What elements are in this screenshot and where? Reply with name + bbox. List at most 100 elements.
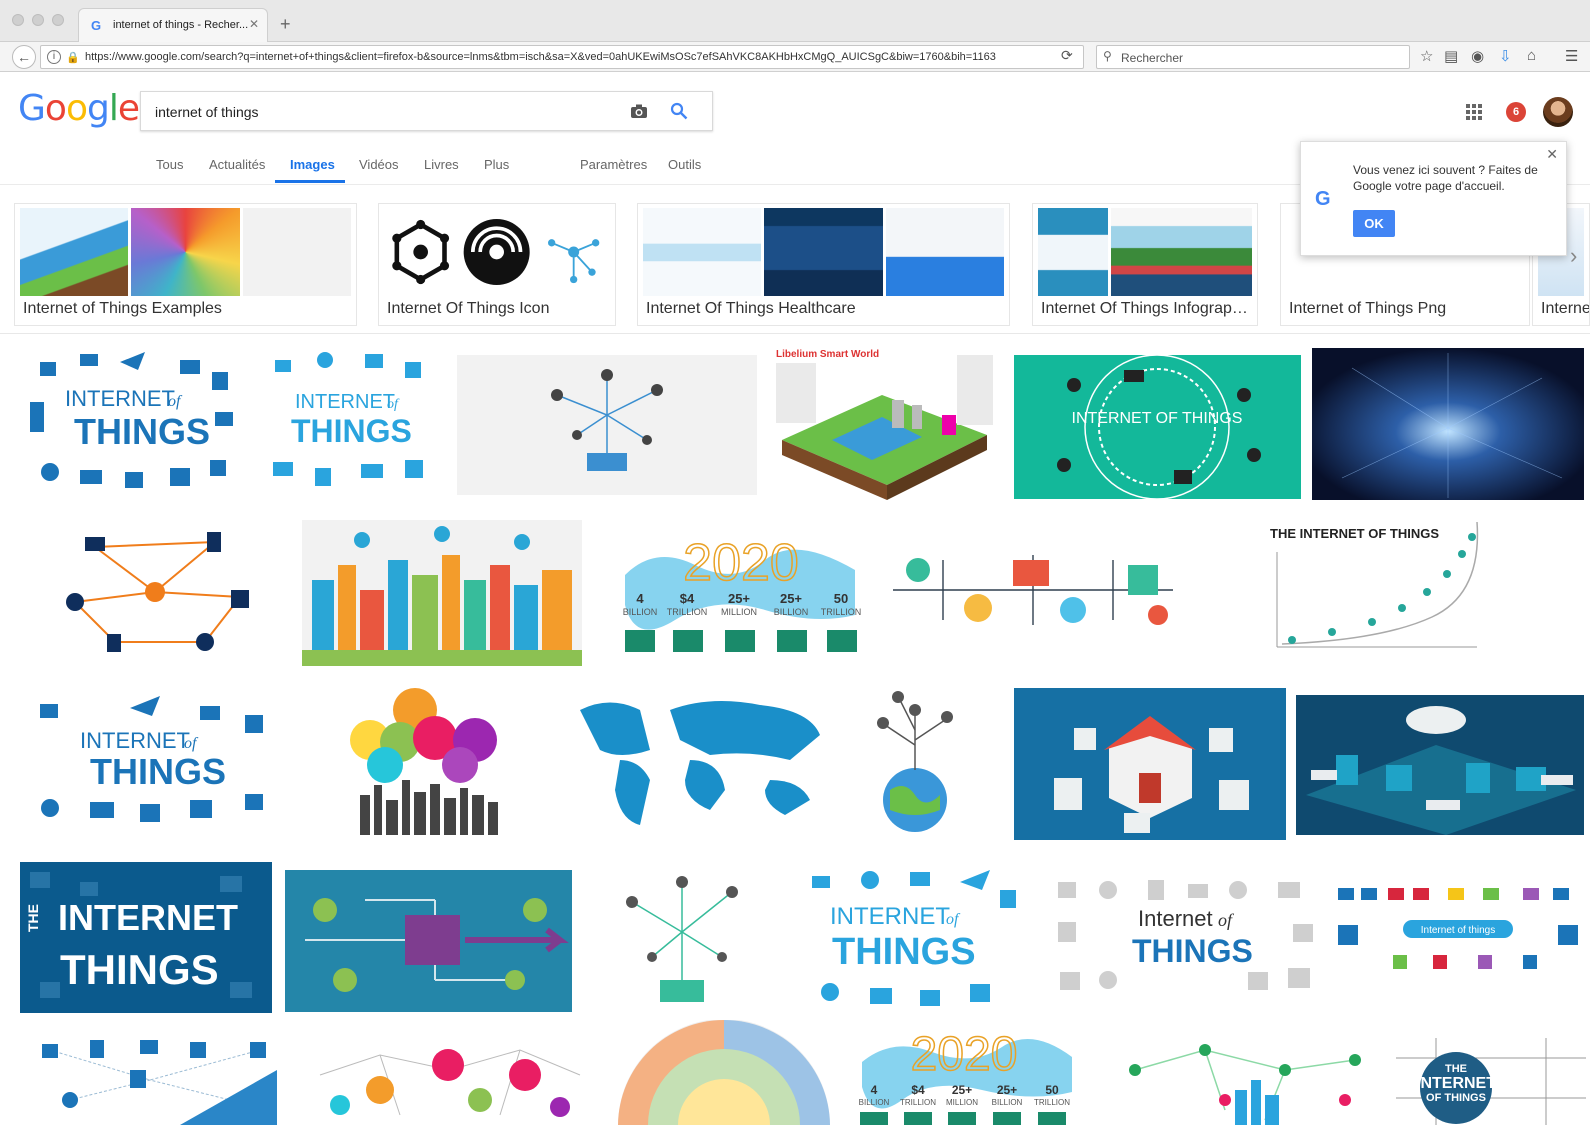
popup-message: Vous venez ici souvent ? Faites de Googl… bbox=[1353, 163, 1538, 193]
stat-unit: MILLION bbox=[946, 1098, 978, 1107]
related-chip-label: Interne bbox=[1541, 300, 1590, 317]
image-result[interactable] bbox=[285, 870, 572, 1012]
homepage-popup: ✕ G Vous venez ici souvent ? Faites de G… bbox=[1300, 141, 1567, 256]
iot-small-text: Internet of things bbox=[1421, 925, 1496, 936]
image-result[interactable]: INTERNET OF THINGS bbox=[1014, 355, 1301, 499]
stat-value: 50 bbox=[834, 591, 848, 606]
image-result[interactable] bbox=[1115, 1040, 1373, 1125]
image-result[interactable] bbox=[55, 522, 260, 662]
window-minimize-button[interactable] bbox=[32, 14, 44, 26]
image-result[interactable] bbox=[845, 685, 985, 835]
browser-search-placeholder[interactable]: Rechercher bbox=[1121, 51, 1183, 65]
image-result[interactable] bbox=[560, 690, 830, 835]
info-icon[interactable]: i bbox=[47, 50, 61, 64]
image-result[interactable] bbox=[457, 355, 757, 495]
download-icon[interactable]: ⇩ bbox=[1499, 47, 1512, 65]
iot-wordmark-things: THINGS bbox=[74, 411, 210, 452]
image-result[interactable] bbox=[302, 520, 582, 666]
image-result[interactable]: THE INTERNET THINGS bbox=[20, 862, 272, 1013]
window-close-button[interactable] bbox=[12, 14, 24, 26]
image-result[interactable] bbox=[582, 862, 780, 1012]
related-chip-infographic[interactable]: Internet Of Things Infograp… bbox=[1032, 203, 1258, 326]
image-result[interactable] bbox=[883, 540, 1181, 640]
image-result[interactable]: Internet of THINGS bbox=[1048, 872, 1323, 1000]
reload-icon[interactable]: ⟳ bbox=[1061, 47, 1073, 64]
window-maximize-button[interactable] bbox=[52, 14, 64, 26]
new-tab-button[interactable]: + bbox=[280, 14, 291, 35]
related-chip-examples[interactable]: Internet of Things Examples bbox=[14, 203, 357, 326]
pocket-icon[interactable]: ◉ bbox=[1471, 47, 1484, 65]
stat-unit: TRILLION bbox=[900, 1098, 936, 1107]
tab-title: internet of things - Recher... bbox=[113, 19, 249, 31]
browser-tab[interactable]: G internet of things - Recher... ✕ bbox=[78, 8, 268, 42]
image-result[interactable] bbox=[1014, 688, 1286, 840]
stat-value: 4 bbox=[871, 1083, 878, 1097]
image-result[interactable] bbox=[1312, 348, 1584, 500]
image-result[interactable]: Libelium Smart World bbox=[772, 345, 997, 502]
apps-grid-icon[interactable] bbox=[1466, 104, 1482, 120]
stat-value: 25+ bbox=[728, 591, 750, 606]
menu-icon[interactable]: ☰ bbox=[1565, 47, 1578, 65]
image-result[interactable] bbox=[30, 1030, 277, 1125]
tab-books[interactable]: Livres bbox=[424, 157, 459, 172]
image-result[interactable] bbox=[1296, 695, 1584, 835]
image-result[interactable] bbox=[300, 1035, 595, 1125]
home-icon[interactable]: ⌂ bbox=[1527, 47, 1536, 64]
search-icon: ⚲ bbox=[1103, 49, 1112, 63]
iot-badge-things: OF THINGS bbox=[1426, 1092, 1486, 1104]
tab-images[interactable]: Images bbox=[290, 157, 335, 172]
bookmark-star-icon[interactable]: ☆ bbox=[1420, 47, 1433, 65]
stat-unit: BILLION bbox=[859, 1098, 890, 1107]
address-bar[interactable]: i 🔒 https://www.google.com/search?q=inte… bbox=[40, 45, 1084, 69]
iot-wordmark-text: INTERNET bbox=[830, 903, 950, 930]
image-result[interactable]: INTERNET of THINGS bbox=[20, 342, 245, 502]
notification-badge[interactable]: 6 bbox=[1506, 102, 1526, 122]
search-icon[interactable] bbox=[670, 102, 688, 120]
tab-more[interactable]: Plus bbox=[484, 157, 509, 172]
tab-news[interactable]: Actualités bbox=[209, 157, 265, 172]
google-search-box[interactable]: internet of things bbox=[140, 91, 713, 131]
browser-search-bar[interactable]: ⚲ Rechercher bbox=[1096, 45, 1410, 69]
iot-wordmark-things: THINGS bbox=[90, 751, 226, 792]
stat-value: 25+ bbox=[780, 591, 802, 606]
tab-close-icon[interactable]: ✕ bbox=[249, 17, 259, 31]
iot-wordmark-text: INTERNET bbox=[295, 391, 395, 413]
image-result[interactable] bbox=[340, 680, 515, 840]
related-chip-label: Internet Of Things Healthcare bbox=[646, 300, 856, 317]
iot-teal-text: INTERNET OF THINGS bbox=[1072, 410, 1243, 427]
chevron-right-icon[interactable]: › bbox=[1570, 243, 1577, 269]
url-text[interactable]: https://www.google.com/search?q=internet… bbox=[85, 51, 996, 63]
camera-icon[interactable] bbox=[630, 103, 648, 119]
reading-list-icon[interactable]: ▤ bbox=[1444, 47, 1458, 65]
stat-value: 25+ bbox=[952, 1083, 972, 1097]
chips-divider bbox=[0, 333, 1590, 334]
stat-value: 4 bbox=[636, 591, 644, 606]
tab-videos[interactable]: Vidéos bbox=[359, 157, 399, 172]
iot-badge-internet: INTERNET bbox=[1416, 1075, 1496, 1092]
tab-all[interactable]: Tous bbox=[156, 157, 183, 172]
tab-tools[interactable]: Outils bbox=[668, 157, 701, 172]
image-result[interactable]: THE INTERNET OF THINGS bbox=[1262, 522, 1484, 662]
image-result[interactable]: INTERNET of THINGS bbox=[20, 690, 285, 835]
iot-wordmark-text: INTERNET bbox=[58, 897, 238, 938]
back-button[interactable]: ← bbox=[12, 45, 36, 69]
search-input[interactable]: internet of things bbox=[155, 104, 259, 120]
image-result[interactable]: INTERNET of THINGS bbox=[800, 862, 1025, 1012]
google-logo[interactable]: Google bbox=[18, 88, 140, 129]
related-chip-icon[interactable]: Internet Of Things Icon bbox=[378, 203, 616, 326]
stat-unit: BILLION bbox=[774, 607, 809, 617]
image-result[interactable]: THE INTERNET OF THINGS bbox=[1396, 1038, 1586, 1125]
image-result[interactable] bbox=[608, 1020, 840, 1125]
iot-script-text: Internet bbox=[1138, 906, 1213, 931]
related-chip-healthcare[interactable]: Internet Of Things Healthcare bbox=[637, 203, 1010, 326]
tab-settings[interactable]: Paramètres bbox=[580, 157, 647, 172]
image-result[interactable]: 2020 4 $4 25+ 25+ 50 BILLION TRILLION MI… bbox=[852, 1022, 1077, 1125]
iot-script-things: THINGS bbox=[1132, 933, 1253, 969]
image-result[interactable]: Internet of things bbox=[1333, 880, 1586, 988]
close-icon[interactable]: ✕ bbox=[1546, 146, 1558, 163]
ok-button[interactable]: OK bbox=[1353, 210, 1395, 237]
image-result[interactable]: 2020 4 $4 25+ 25+ 50 BILLION TRILLION MI… bbox=[615, 525, 867, 660]
stat-unit: TRILLION bbox=[1034, 1098, 1070, 1107]
image-result[interactable]: INTERNET of THINGS bbox=[265, 342, 443, 502]
avatar[interactable] bbox=[1543, 97, 1573, 127]
